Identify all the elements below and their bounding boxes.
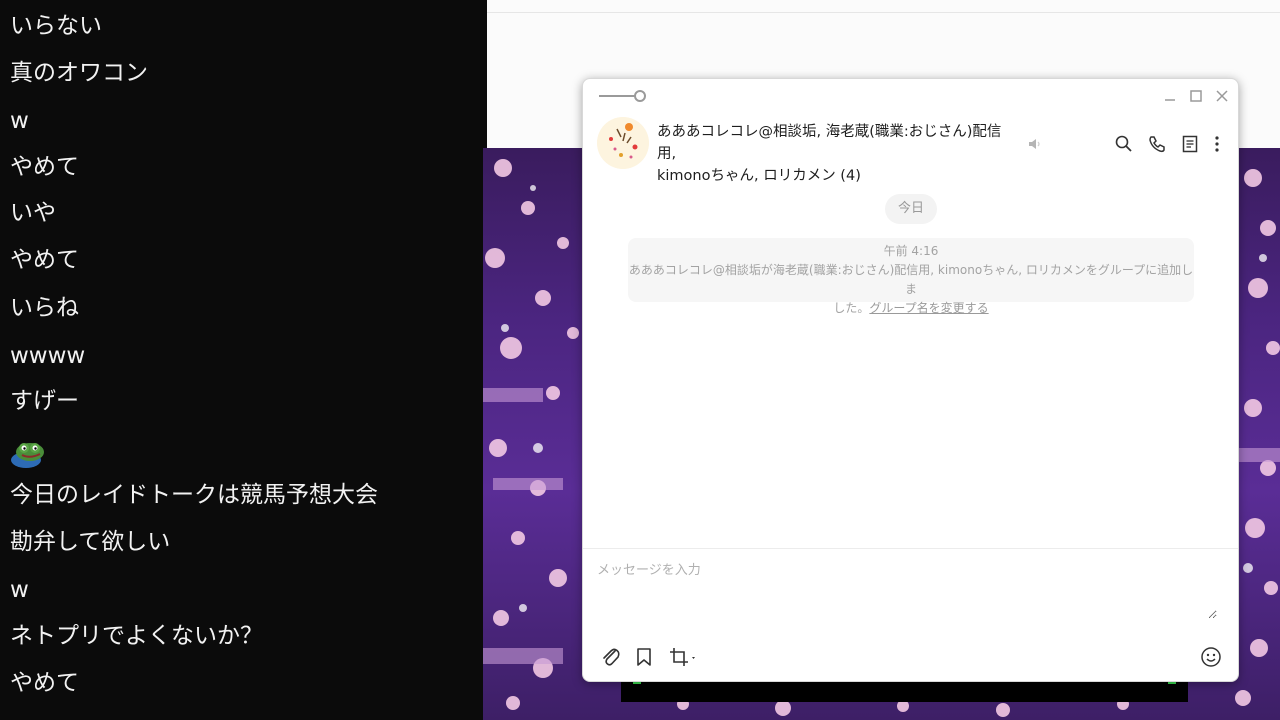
emoji-icon[interactable] xyxy=(1199,645,1223,669)
notes-icon[interactable] xyxy=(1179,133,1201,155)
comment: wwww xyxy=(10,343,86,369)
comment: いらない xyxy=(10,13,102,39)
comment: すげー xyxy=(10,388,79,414)
comment: やめて xyxy=(10,154,79,180)
rename-group-link[interactable]: グループ名を変更する xyxy=(869,301,988,315)
system-message-time: 午前 4:16 xyxy=(883,244,939,258)
comment: w xyxy=(10,577,29,603)
group-avatar-image xyxy=(597,117,649,169)
comment-stream: いらない 真のオワコン w やめて いや やめて いらね wwww すげー 今日… xyxy=(0,0,483,720)
comment: やめて xyxy=(10,670,79,696)
message-input[interactable] xyxy=(597,559,1217,619)
chat-header: あああコレコレ@相談垢, 海老蔵(職業:おじさん)配信用, kimonoちゃん,… xyxy=(583,113,1238,184)
system-message: 午前 4:16 あああコレコレ@相談垢が海老蔵(職業:おじさん)配信用, kim… xyxy=(628,238,1194,315)
group-avatar[interactable] xyxy=(597,117,649,169)
system-message-text-line2: した。グループ名を変更する xyxy=(628,299,1194,318)
crop-icon[interactable] xyxy=(667,645,701,669)
speaker-muted-icon[interactable] xyxy=(1024,133,1046,155)
frog-emote-icon xyxy=(11,443,44,468)
comment: いらね xyxy=(10,295,79,321)
comment: やめて xyxy=(10,247,79,273)
comment: 今日のレイドトークは競馬予想大会 xyxy=(10,482,378,508)
comment: ネトプリでよくないか？ xyxy=(10,623,263,649)
opacity-slider[interactable] xyxy=(599,89,647,103)
system-message-text-end: した。 xyxy=(833,301,870,315)
chat-title-line2: kimonoちゃん, ロリカメン (4) xyxy=(657,168,861,184)
chat-title-line1: あああコレコレ@相談垢, 海老蔵(職業:おじさん)配信用, xyxy=(657,124,1002,162)
comment: 勘弁して欲しい xyxy=(10,529,171,555)
chat-titlebar xyxy=(583,79,1238,113)
background-menubar xyxy=(487,0,1280,13)
close-icon[interactable] xyxy=(1213,87,1231,105)
maximize-icon[interactable] xyxy=(1187,87,1205,105)
system-message-text-line1: あああコレコレ@相談垢が海老蔵(職業:おじさん)配信用, kimonoちゃん, … xyxy=(628,263,1194,296)
more-vertical-icon[interactable] xyxy=(1206,133,1228,155)
comment: 真のオワコン xyxy=(10,60,148,86)
date-separator: 今日 xyxy=(885,194,937,224)
minimize-icon[interactable] xyxy=(1161,87,1179,105)
paperclip-icon[interactable] xyxy=(599,645,623,669)
opacity-slider-track xyxy=(599,95,639,97)
comment: w xyxy=(10,108,29,134)
chat-title: あああコレコレ@相談垢, 海老蔵(職業:おじさん)配信用, kimonoちゃん,… xyxy=(657,121,1017,187)
input-divider xyxy=(583,548,1238,549)
bookmark-icon[interactable] xyxy=(632,645,656,669)
search-icon[interactable] xyxy=(1113,133,1135,155)
chat-window: あああコレコレ@相談垢, 海老蔵(職業:おじさん)配信用, kimonoちゃん,… xyxy=(582,78,1239,682)
comment: いや xyxy=(10,200,56,226)
opacity-slider-knob[interactable] xyxy=(634,90,646,102)
phone-icon[interactable] xyxy=(1146,133,1168,155)
